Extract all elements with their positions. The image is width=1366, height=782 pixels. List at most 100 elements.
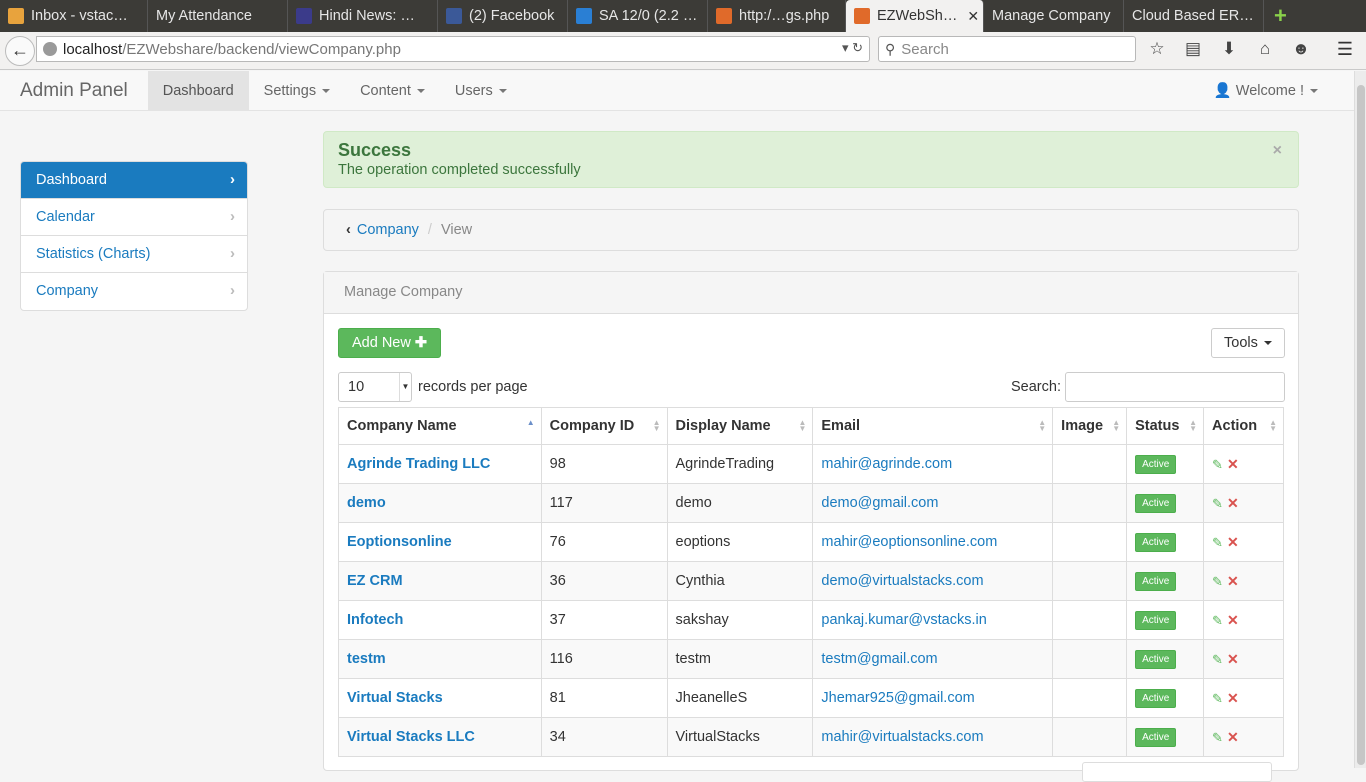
sort-icon[interactable]: ▲ ▼ xyxy=(1189,419,1197,433)
tools-button[interactable]: Tools xyxy=(1211,328,1285,358)
brand-title[interactable]: Admin Panel xyxy=(0,71,148,111)
delete-x-icon[interactable]: ✕ xyxy=(1227,690,1239,706)
nav-content[interactable]: Content xyxy=(345,71,440,111)
url-bar[interactable]: localhost/EZWebshare/backend/viewCompany… xyxy=(36,36,870,62)
column-header[interactable]: Action ▲ ▼ xyxy=(1203,407,1284,445)
delete-x-icon[interactable]: ✕ xyxy=(1227,456,1239,472)
email-link[interactable]: mahir@virtualstacks.com xyxy=(821,729,983,745)
add-new-button[interactable]: Add New ✚ xyxy=(338,328,442,358)
edit-pencil-icon[interactable]: ✎ xyxy=(1212,535,1223,550)
column-header[interactable]: Company Name ▲ xyxy=(338,407,542,445)
close-tab-icon[interactable]: ✕ xyxy=(967,8,979,25)
nav-settings[interactable]: Settings xyxy=(249,71,345,111)
menu-icon[interactable]: ☰ xyxy=(1334,38,1356,60)
email-link[interactable]: Jhemar925@gmail.com xyxy=(821,690,974,706)
page-scrollbar[interactable] xyxy=(1354,71,1366,768)
company-name-link[interactable]: testm xyxy=(347,651,386,667)
column-header[interactable]: Display Name ▲ ▼ xyxy=(666,407,814,445)
company-id-cell: 98 xyxy=(540,444,668,484)
home-icon[interactable]: ⌂ xyxy=(1254,38,1276,60)
sidebar-item-calendar[interactable]: Calendar › xyxy=(21,199,247,236)
reload-icon[interactable]: ▾ ↻ xyxy=(842,40,863,56)
tools-label: Tools xyxy=(1224,335,1258,351)
scrollbar-thumb[interactable] xyxy=(1357,85,1365,765)
browser-tab[interactable]: Manage Company xyxy=(984,0,1124,32)
email-link[interactable]: demo@virtualstacks.com xyxy=(821,573,983,589)
delete-x-icon[interactable]: ✕ xyxy=(1227,495,1239,511)
bookmark-star-icon[interactable]: ☆ xyxy=(1146,38,1168,60)
browser-tab[interactable]: SA 12/0 (2.2 … xyxy=(568,0,708,32)
company-name-link[interactable]: EZ CRM xyxy=(347,573,403,589)
status-badge[interactable]: Active xyxy=(1135,571,1177,591)
browser-search-input[interactable]: ⚲ Search xyxy=(878,36,1136,62)
delete-x-icon[interactable]: ✕ xyxy=(1227,651,1239,667)
nav-dashboard[interactable]: Dashboard xyxy=(147,70,249,111)
status-badge[interactable]: Active xyxy=(1135,493,1177,513)
edit-pencil-icon[interactable]: ✎ xyxy=(1212,457,1223,472)
email-link[interactable]: mahir@eoptionsonline.com xyxy=(821,534,997,550)
sort-icon[interactable]: ▲ ▼ xyxy=(1269,419,1277,433)
sort-icon[interactable]: ▲ ▼ xyxy=(1038,419,1046,433)
email-link[interactable]: pankaj.kumar@vstacks.in xyxy=(821,612,986,628)
table-search-input[interactable] xyxy=(1064,372,1285,402)
company-name-link[interactable]: Virtual Stacks LLC xyxy=(347,729,475,745)
edit-pencil-icon[interactable]: ✎ xyxy=(1212,652,1223,667)
download-icon[interactable]: ⬇ xyxy=(1218,38,1240,60)
sort-icon[interactable]: ▲ ▼ xyxy=(1112,419,1120,433)
sidebar-item-label: Company xyxy=(36,283,99,299)
sidebar-item-dashboard[interactable]: Dashboard › xyxy=(21,162,247,199)
delete-x-icon[interactable]: ✕ xyxy=(1227,612,1239,628)
company-name-link[interactable]: Virtual Stacks xyxy=(347,690,443,706)
browser-tab[interactable]: http:/…gs.php xyxy=(708,0,846,32)
per-page-select[interactable]: 10 ▼ xyxy=(338,372,412,402)
nav-users[interactable]: Users xyxy=(440,71,522,111)
breadcrumb-company-link[interactable]: ‹ Company xyxy=(346,222,419,238)
column-header[interactable]: Image ▲ ▼ xyxy=(1052,407,1128,445)
sort-icon[interactable]: ▲ ▼ xyxy=(653,419,661,433)
sidebar-item-company[interactable]: Company › xyxy=(21,273,247,310)
email-link[interactable]: demo@gmail.com xyxy=(821,495,938,511)
company-name-link[interactable]: demo xyxy=(347,495,386,511)
column-header[interactable]: Email ▲ ▼ xyxy=(812,407,1054,445)
status-badge[interactable]: Active xyxy=(1135,688,1177,708)
back-button[interactable]: ← xyxy=(5,35,35,66)
new-tab-icon[interactable]: + xyxy=(1264,0,1297,32)
edit-pencil-icon[interactable]: ✎ xyxy=(1212,574,1223,589)
edit-pencil-icon[interactable]: ✎ xyxy=(1212,613,1223,628)
welcome-menu[interactable]: 👤 Welcome ! xyxy=(1214,71,1318,111)
email-link[interactable]: testm@gmail.com xyxy=(821,651,937,667)
edit-pencil-icon[interactable]: ✎ xyxy=(1212,691,1223,706)
status-badge[interactable]: Active xyxy=(1135,649,1177,669)
status-badge[interactable]: Active xyxy=(1135,610,1177,630)
breadcrumb-link-label: Company xyxy=(356,222,419,238)
browser-tab[interactable]: Hindi News: … xyxy=(288,0,438,32)
browser-tab[interactable]: Inbox - vstac… xyxy=(0,0,148,32)
close-icon[interactable]: × xyxy=(1273,142,1282,160)
chat-icon[interactable]: ☻ xyxy=(1290,38,1312,60)
table-row: Virtual Stacks 81 JheanelleS Jhemar925@gmai… xyxy=(338,678,1284,718)
email-link[interactable]: mahir@agrinde.com xyxy=(821,456,952,472)
sort-icon[interactable]: ▲ ▼ xyxy=(798,419,806,433)
delete-x-icon[interactable]: ✕ xyxy=(1227,534,1239,550)
browser-tab[interactable]: My Attendance xyxy=(148,0,288,32)
pagination[interactable] xyxy=(1082,762,1272,782)
browser-tab[interactable]: (2) Facebook xyxy=(438,0,568,32)
browser-tab[interactable]: Cloud Based ER… xyxy=(1124,0,1264,32)
delete-x-icon[interactable]: ✕ xyxy=(1227,729,1239,745)
company-name-link[interactable]: Eoptionsonline xyxy=(347,534,452,550)
browser-tab-label: SA 12/0 (2.2 … xyxy=(599,8,698,24)
status-badge[interactable]: Active xyxy=(1135,727,1177,747)
status-badge[interactable]: Active xyxy=(1135,454,1177,474)
sidebar-item-statistics[interactable]: Statistics (Charts) › xyxy=(21,236,247,273)
reading-list-icon[interactable]: ▤ xyxy=(1182,38,1204,60)
delete-x-icon[interactable]: ✕ xyxy=(1227,573,1239,589)
company-name-link[interactable]: Infotech xyxy=(347,612,403,628)
column-header[interactable]: Company ID ▲ ▼ xyxy=(540,407,668,445)
edit-pencil-icon[interactable]: ✎ xyxy=(1212,730,1223,745)
company-name-link[interactable]: Agrinde Trading LLC xyxy=(347,456,490,472)
status-badge[interactable]: Active xyxy=(1135,532,1177,552)
edit-pencil-icon[interactable]: ✎ xyxy=(1212,496,1223,511)
browser-tab[interactable]: EZWebSh… ✕ xyxy=(846,0,984,32)
sort-icon[interactable]: ▲ xyxy=(527,419,535,427)
column-header[interactable]: Status ▲ ▼ xyxy=(1126,407,1205,445)
